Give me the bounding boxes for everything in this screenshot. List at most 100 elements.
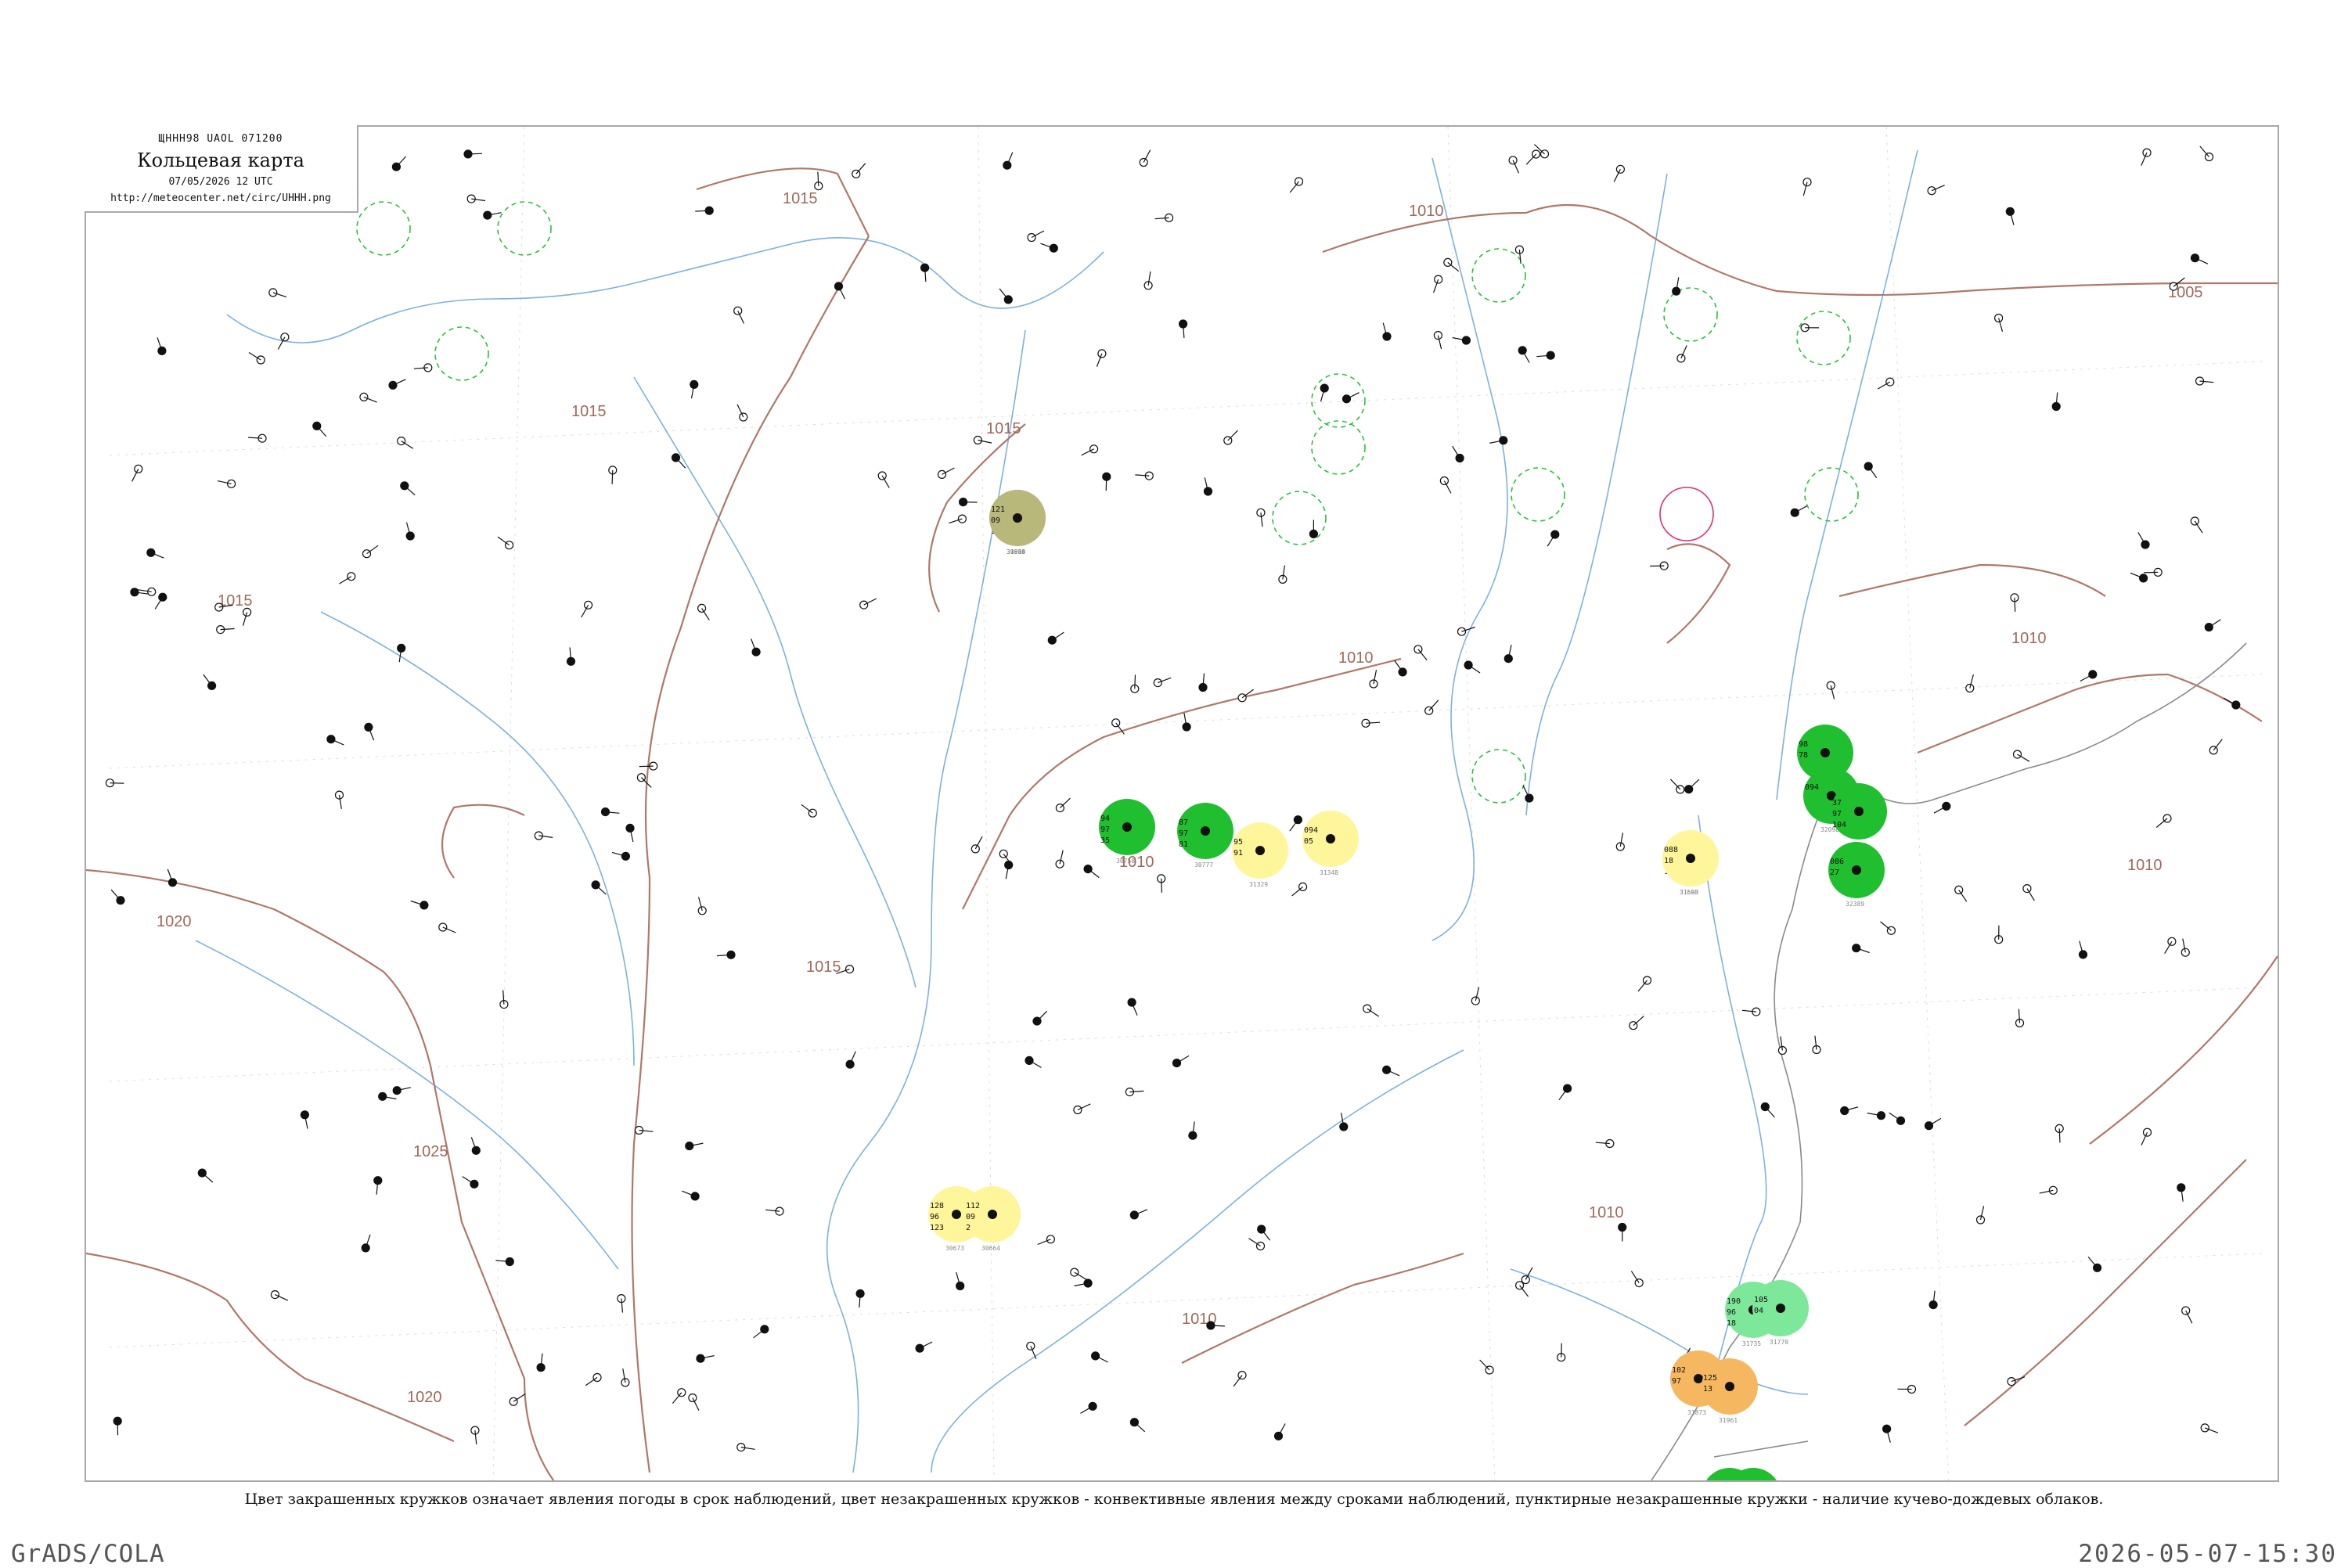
wind-barb	[856, 164, 866, 174]
wind-barb	[1520, 1286, 1529, 1296]
map-datetime: 07/05/2026 12 UTC	[85, 176, 357, 188]
station-marker[interactable]	[1820, 748, 1830, 757]
isobar-label: 1015	[571, 403, 607, 420]
station-marker[interactable]	[1201, 826, 1210, 836]
station-temperature: 128	[930, 1202, 944, 1210]
map-title-box: ЩННН98 UAOL 071200 Кольцевая карта 07/05…	[85, 125, 358, 213]
station-symbol	[958, 515, 966, 523]
wind-barb	[1262, 1229, 1270, 1240]
station-temperature: 190	[1727, 1297, 1741, 1306]
station-marker[interactable]	[1725, 1382, 1734, 1391]
station-dewpoint: 35	[1100, 836, 1110, 845]
station-pressure: 09	[966, 1213, 975, 1221]
thunder-ring	[1660, 487, 1713, 541]
wind-barb	[1037, 1011, 1047, 1021]
wind-barb	[676, 458, 686, 468]
station-index: 31593	[1680, 889, 1698, 896]
station-temperature: 125	[1703, 1374, 1717, 1383]
station-marker[interactable]	[988, 1210, 997, 1219]
station-symbol	[1294, 816, 1302, 824]
isobar-labels: 1015 1010 1005 1015 1015 1015 1010 1010 …	[157, 190, 2203, 1406]
station-pressure: 04	[1754, 1307, 1763, 1315]
wind-barb	[1868, 466, 1877, 478]
station-marker[interactable]	[1686, 854, 1695, 863]
wind-barb	[801, 804, 812, 813]
wind-barb	[1060, 798, 1070, 807]
station-symbol	[698, 907, 706, 915]
bulletin-code: ЩННН98 UAOL 071200	[85, 133, 357, 145]
station-temperature: 105	[1754, 1296, 1768, 1304]
station-symbol	[1050, 244, 1057, 252]
wind-barb	[2156, 818, 2167, 828]
station-temperature: 94	[1100, 815, 1110, 823]
wind-barb	[754, 1329, 765, 1338]
cb-circles	[357, 202, 1858, 803]
station-index: 30673	[945, 1245, 964, 1252]
station-index: 31961	[1719, 1417, 1738, 1424]
wind-barb	[1161, 879, 1162, 893]
station-symbol	[169, 879, 177, 886]
station-marker[interactable]	[1852, 865, 1861, 875]
station-temperature: 094	[1805, 783, 1819, 792]
station-marker[interactable]	[1122, 822, 1132, 832]
station-symbol	[1673, 287, 1680, 295]
station-marker[interactable]	[1326, 834, 1335, 843]
station-temperature: 102	[1672, 1366, 1686, 1375]
wind-barb	[612, 470, 613, 484]
station-marker[interactable]	[1854, 807, 1864, 816]
station-pressure: 91	[1233, 849, 1243, 858]
station-marker[interactable]	[952, 1210, 961, 1219]
station-temperature: 112	[966, 1202, 980, 1210]
station-symbol	[420, 901, 428, 909]
wind-barb	[1429, 700, 1439, 711]
station-dewpoint: 2	[966, 1224, 971, 1232]
station-symbol	[808, 809, 816, 817]
map-title: Кольцевая карта	[85, 149, 357, 171]
wind-barb	[1526, 154, 1536, 164]
station-symbol	[878, 472, 886, 480]
wind-barb	[2088, 1257, 2098, 1268]
wind-barb	[2200, 146, 2209, 157]
wind-barb	[1395, 660, 1403, 672]
wind-barb	[1670, 779, 1680, 789]
station-marker[interactable]	[1776, 1304, 1785, 1313]
wind-barb	[498, 537, 510, 545]
isobar-label: 1015	[806, 958, 841, 976]
station-pressure: 27	[1830, 869, 1839, 877]
wind-barb	[1135, 674, 1136, 689]
wind-barb	[317, 426, 326, 437]
station-temperature: 37	[1832, 799, 1842, 807]
wind-barb	[111, 890, 121, 901]
station-symbol	[938, 470, 946, 478]
map-url[interactable]: http://meteocenter.net/circ/UHHH.png	[85, 192, 357, 204]
wind-barb	[405, 486, 415, 495]
station-pressure: 96	[1727, 1308, 1736, 1317]
wind-barb	[1689, 779, 1699, 789]
wind-barb	[1765, 1107, 1774, 1117]
wind-barb	[1881, 922, 1892, 930]
station-pressure: 18	[1664, 857, 1673, 865]
station-pressure: 97	[1672, 1377, 1681, 1386]
wind-barb	[1228, 430, 1238, 441]
station-pressure: 96	[930, 1213, 939, 1221]
station-dewpoint: 123	[930, 1224, 944, 1232]
station-symbol	[621, 852, 629, 860]
render-timestamp: 2026-05-07-15:30	[2078, 1540, 2337, 1568]
isobar-label: 1015	[783, 190, 818, 207]
wind-barb	[2059, 1128, 2060, 1142]
isobar-label: 1010	[1589, 1204, 1624, 1221]
station-index: 32389	[1846, 901, 1864, 908]
isobar-label: 1015	[986, 420, 1021, 437]
station-index: 31735	[1742, 1340, 1761, 1347]
station-symbol	[860, 601, 868, 609]
station-marker[interactable]	[1694, 1374, 1703, 1383]
station-symbol	[269, 289, 277, 297]
wind-barb	[596, 885, 606, 894]
isobar-label: 1010	[1409, 203, 1444, 220]
wind-barb	[367, 545, 379, 554]
station-marker[interactable]	[1013, 513, 1022, 523]
station-marker[interactable]	[1255, 846, 1265, 855]
wind-barb	[1134, 1422, 1144, 1432]
station-temperature: 98	[1799, 740, 1808, 749]
weather-circles: 11397153151010497-6030935121093100494973…	[928, 490, 1887, 1482]
